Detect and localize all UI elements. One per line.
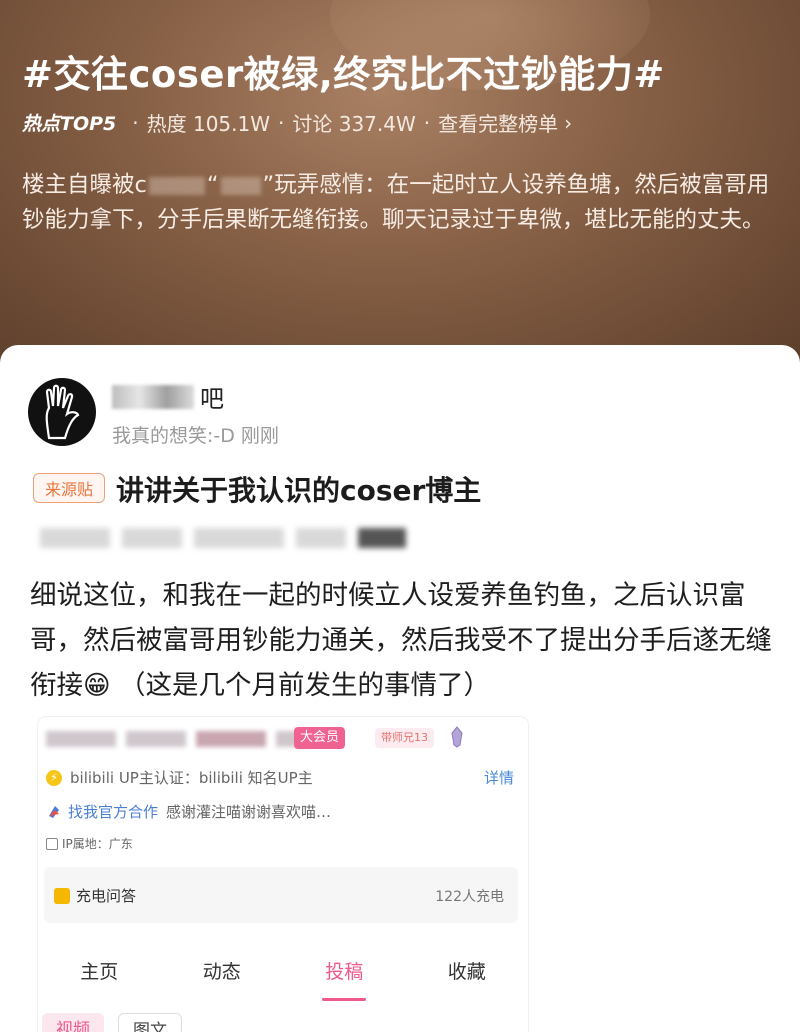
description-start: 楼主自曝被c: [22, 172, 147, 198]
vip-badge: 大会员: [294, 727, 346, 749]
embedded-screenshot: 大会员 带师兄13 ⚡ bilibili UP主认证：bilibili 知名UP…: [38, 717, 528, 1032]
ip-icon: [46, 837, 58, 850]
tab-home[interactable]: 主页: [38, 957, 161, 1001]
topic-title: #交往coser被绿,终究比不过钞能力#: [22, 53, 665, 96]
certification-text: bilibili UP主认证：bilibili 知名UP主: [70, 769, 313, 787]
cooperation-row[interactable]: 找我官方合作 感谢灌注喵谢谢喜欢喵…: [46, 801, 331, 822]
separator-dot: ·: [132, 110, 139, 135]
username[interactable]: 吧: [112, 379, 224, 414]
cooperation-text: 感谢灌注喵谢谢喜欢喵…: [166, 803, 332, 821]
charge-count: 122人充电: [435, 889, 504, 905]
hot-rank-badge: 热点TOP5: [22, 113, 117, 135]
tab-favorites[interactable]: 收藏: [406, 957, 529, 1001]
charge-qa-box[interactable]: 充电问答 122人充电: [44, 867, 518, 923]
tab-submissions[interactable]: 投稿: [283, 957, 406, 1001]
redacted-username: [112, 384, 194, 409]
subtab-image-text[interactable]: 图文: [118, 1013, 182, 1032]
topic-meta: 热点TOP5 · 热度 105.1W · 讨论 337.4W · 查看完整榜单 …: [22, 108, 572, 137]
redacted-name: [148, 176, 205, 195]
post-title[interactable]: 讲讲关于我认识的coser博主: [116, 469, 481, 509]
ip-location: IP属地：广东: [62, 837, 133, 851]
profile-tabs: 主页 动态 投稿 收藏: [38, 957, 528, 1001]
certification-row: ⚡ bilibili UP主认证：bilibili 知名UP主: [46, 767, 313, 788]
medal-icon: [451, 726, 463, 748]
source-tag: 来源贴: [33, 473, 105, 503]
redacted-name: [220, 176, 261, 195]
cooperation-label: 找我官方合作: [68, 803, 159, 821]
charge-qa-label: 充电问答: [54, 885, 136, 906]
cooperation-icon: [49, 805, 59, 818]
lightning-icon: ⚡: [46, 769, 62, 786]
discussion-count: 讨论 337.4W: [292, 112, 416, 136]
qa-text: 充电问答: [76, 887, 137, 905]
content-type-tabs: 视频 图文: [42, 1013, 182, 1032]
user-subline: 我真的想笑:-D 刚刚: [112, 425, 279, 447]
username-suffix: 吧: [200, 385, 224, 413]
qa-icon: [54, 887, 70, 904]
post-body: 细说这位，和我在一起的时候立人设爱养鱼钓鱼，之后认识富哥，然后被富哥用钞能力通关…: [30, 580, 772, 701]
chevron-right-icon[interactable]: ›: [564, 111, 572, 135]
separator-dot: ·: [423, 110, 431, 135]
topic-header: #交往coser被绿,终究比不过钞能力# 热点TOP5 · 热度 105.1W …: [0, 0, 800, 370]
detail-link[interactable]: 详情: [484, 767, 514, 788]
level-badge: 带师兄13: [375, 728, 434, 748]
ip-row: IP属地：广东: [46, 835, 133, 852]
post-card[interactable]: 吧 我真的想笑:-D 刚刚 来源贴 讲讲关于我认识的coser博主 细说这位，和…: [0, 345, 800, 1032]
subtab-video[interactable]: 视频: [42, 1013, 104, 1032]
tab-dynamics[interactable]: 动态: [161, 957, 284, 1001]
redacted-line: [40, 523, 440, 553]
hand-icon: [45, 384, 80, 440]
topic-description: 楼主自曝被c “”玩弄感情：在一起时立人设养鱼塘，然后被富哥用钞能力拿下，分手后果…: [22, 172, 770, 233]
heat-count: 热度 105.1W: [146, 112, 271, 136]
separator-dot: ·: [278, 110, 285, 135]
full-list-link[interactable]: 查看完整榜单: [438, 108, 558, 137]
avatar[interactable]: [28, 378, 96, 446]
